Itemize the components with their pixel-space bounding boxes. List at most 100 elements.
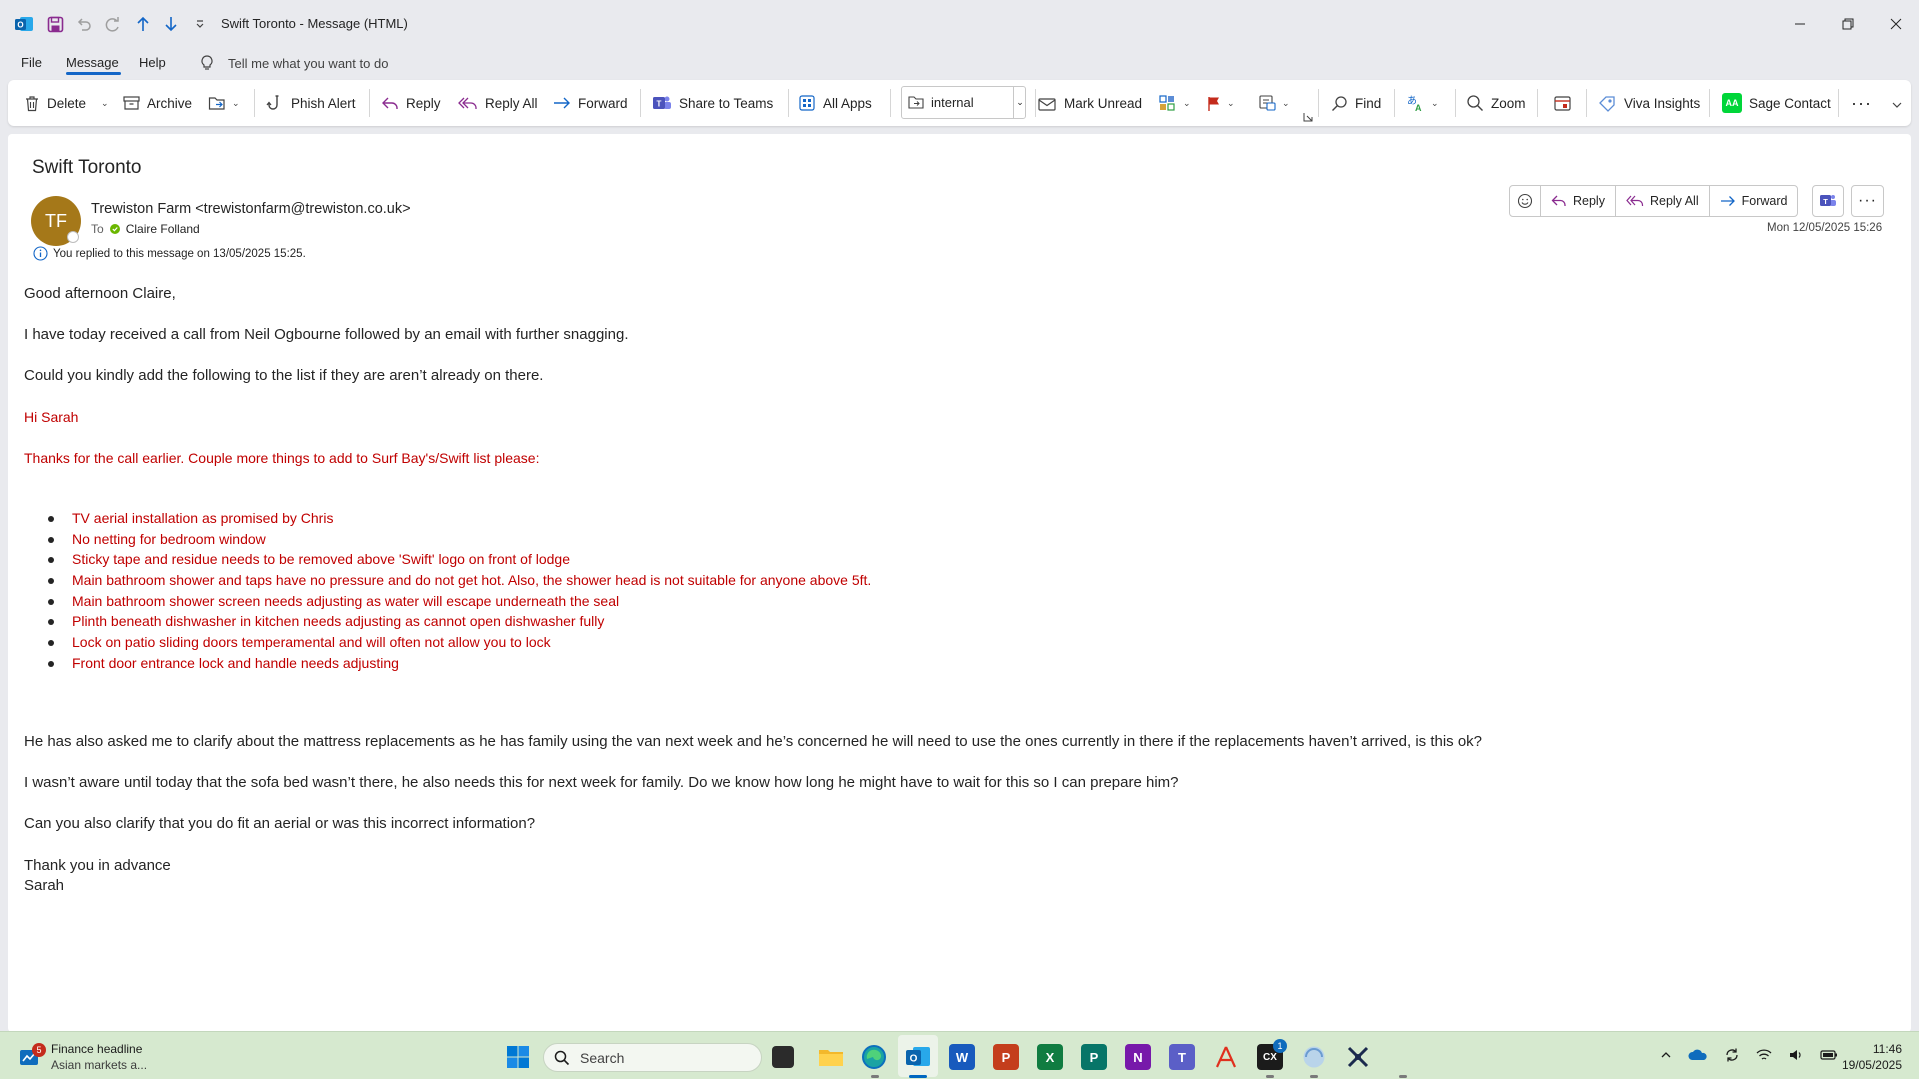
- find-button[interactable]: Find: [1331, 89, 1381, 117]
- volume-icon[interactable]: [1788, 1048, 1804, 1062]
- running-indicator: [1310, 1075, 1318, 1078]
- categorize-button[interactable]: ⌄: [1158, 89, 1191, 117]
- action-reply-button[interactable]: Reply: [1541, 186, 1616, 216]
- list-item: Main bathroom shower screen needs adjust…: [48, 591, 871, 612]
- action-reply-all-button[interactable]: Reply All: [1616, 186, 1710, 216]
- more-icon: ···: [1851, 92, 1872, 113]
- body-greeting: Good afternoon Claire,: [24, 285, 176, 302]
- zoom-icon: [1467, 95, 1483, 111]
- all-apps-button[interactable]: All Apps: [798, 89, 872, 117]
- previous-item-icon[interactable]: [131, 12, 155, 36]
- sync-icon[interactable]: [1724, 1047, 1740, 1063]
- flag-icon: [1208, 96, 1219, 111]
- next-item-icon[interactable]: [159, 12, 183, 36]
- body-paragraph: He has also asked me to clarify about th…: [24, 733, 1483, 750]
- publisher-icon[interactable]: P: [1081, 1044, 1107, 1070]
- message-subject: Swift Toronto: [32, 157, 142, 178]
- save-icon[interactable]: [43, 12, 67, 36]
- react-button[interactable]: [1510, 186, 1541, 216]
- edge-icon[interactable]: [861, 1044, 887, 1070]
- taskbar: 5 Finance headline Asian markets a... Se…: [0, 1031, 1919, 1079]
- archive-button[interactable]: Archive: [123, 89, 192, 117]
- system-clock[interactable]: 11:46 19/05/2025: [1838, 1041, 1902, 1073]
- task-view-icon[interactable]: [772, 1046, 794, 1068]
- viva-insights-button[interactable]: Viva Insights: [1597, 89, 1700, 117]
- category-dropdown-button[interactable]: ⌄: [1013, 86, 1026, 119]
- move-button[interactable]: ⌄: [208, 89, 240, 117]
- outlook-taskbar-icon[interactable]: O: [905, 1044, 931, 1070]
- active-tab-indicator: [66, 72, 121, 75]
- file-explorer-icon[interactable]: [818, 1044, 844, 1070]
- rules-button[interactable]: ⌄: [1258, 89, 1290, 117]
- reply-button[interactable]: Reply: [381, 89, 441, 117]
- taskbar-search[interactable]: Search: [543, 1043, 762, 1072]
- acrobat-icon[interactable]: [1213, 1044, 1239, 1070]
- body-paragraph: I have today received a call from Neil O…: [24, 326, 629, 343]
- undo-icon[interactable]: [72, 12, 96, 36]
- battery-icon[interactable]: [1820, 1049, 1838, 1061]
- more-commands-button[interactable]: ···: [1851, 89, 1872, 117]
- to-label: To: [91, 222, 104, 236]
- follow-up-button[interactable]: ⌄: [1206, 89, 1235, 117]
- mark-unread-button[interactable]: Mark Unread: [1037, 89, 1142, 117]
- dialog-launcher-icon[interactable]: [1303, 109, 1313, 127]
- sender-name[interactable]: Trewiston Farm <trewistonfarm@trewiston.…: [91, 201, 411, 217]
- word-icon[interactable]: W: [949, 1044, 975, 1070]
- start-button[interactable]: [506, 1045, 530, 1074]
- sage-contact-button[interactable]: AA Sage Contact: [1722, 89, 1831, 117]
- phish-alert-label: Phish Alert: [291, 95, 356, 111]
- teams-icon: T: [1820, 195, 1836, 206]
- tell-me-search[interactable]: Tell me what you want to do: [200, 55, 388, 71]
- excel-icon[interactable]: X: [1037, 1044, 1063, 1070]
- body-signature: Sarah: [24, 877, 65, 894]
- phish-alert-button[interactable]: Phish Alert: [266, 89, 356, 117]
- wifi-icon[interactable]: [1756, 1048, 1772, 1062]
- category-combobox[interactable]: internal: [901, 86, 1026, 119]
- action-forward-button[interactable]: Forward: [1710, 186, 1798, 216]
- ribbon-divider: [640, 89, 641, 117]
- teams-taskbar-icon[interactable]: T: [1169, 1044, 1195, 1070]
- more-actions-button[interactable]: ···: [1851, 185, 1884, 217]
- customize-toolbar-icon[interactable]: [188, 12, 212, 36]
- tab-message[interactable]: Message: [66, 55, 119, 70]
- title-bar: O Swift Toronto - Message (HTML): [0, 0, 1919, 47]
- delete-button[interactable]: Delete ⌄: [24, 89, 109, 117]
- recipient-row: To Claire Folland: [91, 222, 200, 236]
- more-icon: ···: [1858, 192, 1877, 209]
- svg-text:T: T: [1823, 197, 1828, 206]
- categorize-icon: [1159, 95, 1175, 111]
- widgets-button[interactable]: 5 Finance headline Asian markets a...: [18, 1041, 147, 1073]
- list-item: Lock on patio sliding doors temperamenta…: [48, 632, 871, 653]
- phish-hook-icon: [266, 95, 279, 110]
- envelope-unread-icon: [1038, 97, 1056, 111]
- tab-file[interactable]: File: [21, 55, 42, 70]
- teams-chat-button[interactable]: T: [1812, 185, 1844, 217]
- recipient-name[interactable]: Claire Folland: [126, 222, 200, 236]
- redo-icon[interactable]: [101, 12, 125, 36]
- presence-available-icon: [109, 224, 120, 234]
- menu-bar: File Message Help Tell me what you want …: [0, 47, 1919, 79]
- tab-help[interactable]: Help: [139, 55, 166, 70]
- body-signoff: Thank you in advance: [24, 857, 171, 874]
- browser-icon[interactable]: [1301, 1044, 1327, 1070]
- teams-icon: T: [653, 96, 671, 109]
- restore-button[interactable]: [1828, 10, 1868, 38]
- chevron-up-icon[interactable]: [1660, 1049, 1672, 1061]
- message-timestamp: Mon 12/05/2025 15:26: [1767, 222, 1883, 234]
- onenote-icon[interactable]: N: [1125, 1044, 1151, 1070]
- minimize-button[interactable]: [1780, 10, 1820, 38]
- forward-button[interactable]: Forward: [553, 89, 628, 117]
- zoom-button[interactable]: Zoom: [1466, 89, 1526, 117]
- share-to-teams-button[interactable]: T Share to Teams: [652, 89, 773, 117]
- translate-button[interactable]: あA ⌄: [1406, 89, 1439, 117]
- clock-time: 11:46: [1872, 1042, 1902, 1056]
- ribbon-collapse-button[interactable]: [1891, 98, 1903, 116]
- scheduling-button[interactable]: [1553, 89, 1572, 117]
- close-button[interactable]: [1876, 10, 1916, 38]
- powerpoint-icon[interactable]: P: [993, 1044, 1019, 1070]
- chevron-down-icon: ⌄: [232, 97, 240, 108]
- share-to-teams-label: Share to Teams: [679, 95, 774, 111]
- reply-all-button[interactable]: Reply All: [458, 89, 538, 117]
- ai-app-icon[interactable]: [1345, 1044, 1371, 1070]
- onedrive-icon[interactable]: [1688, 1048, 1708, 1062]
